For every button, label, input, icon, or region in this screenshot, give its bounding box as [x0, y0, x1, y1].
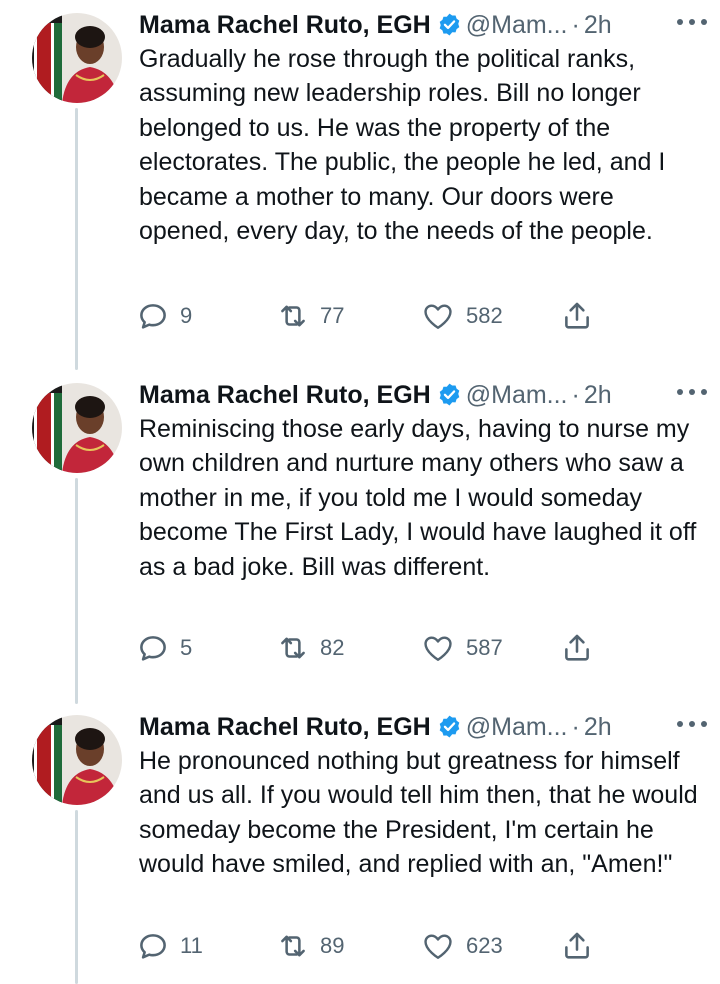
retweet-count: 89: [320, 933, 345, 958]
tweet-actions: 9 77 582: [136, 296, 616, 336]
avatar[interactable]: [32, 383, 122, 473]
author-handle[interactable]: @Mam...: [466, 11, 568, 39]
like-button[interactable]: 582: [420, 296, 503, 336]
retweet-count: 77: [320, 303, 345, 328]
share-button[interactable]: [560, 628, 594, 668]
retweet-arrows-icon: [281, 305, 305, 327]
verified-badge-icon: [437, 714, 462, 748]
reply-button[interactable]: 5: [136, 628, 192, 668]
share-upload-icon: [565, 932, 589, 959]
separator-dot: ·: [571, 713, 580, 741]
reply-button[interactable]: 11: [136, 926, 203, 966]
author-name[interactable]: Mama Rachel Ruto, EGH: [139, 381, 431, 409]
tweet-header: Mama Rachel Ruto, EGH @Mam... · 2h: [139, 710, 720, 744]
verified-badge-icon: [437, 382, 462, 416]
retweet-button[interactable]: 89: [276, 926, 344, 966]
reply-count: 9: [180, 303, 193, 328]
like-button[interactable]: 623: [420, 926, 503, 966]
reply-count: 11: [180, 933, 203, 958]
tweet[interactable]: Mama Rachel Ruto, EGH @Mam... · 2h He prono…: [0, 702, 720, 984]
retweet-button[interactable]: 82: [276, 628, 344, 668]
reply-bubble-icon: [140, 934, 166, 959]
tweet[interactable]: Mama Rachel Ruto, EGH @Mam... · 2h Reminisc…: [0, 370, 720, 700]
tweet-text: Reminiscing those early days, having to …: [139, 415, 697, 581]
reply-count: 5: [180, 635, 193, 660]
retweet-button[interactable]: 77: [276, 296, 344, 336]
avatar-photo: [32, 383, 122, 473]
avatar[interactable]: [32, 13, 122, 103]
tweet-text: Gradually he rose through the political …: [139, 45, 666, 246]
tweet-header: Mama Rachel Ruto, EGH @Mam... · 2h: [139, 8, 720, 42]
tweet-actions: 11 89 623: [136, 926, 616, 966]
author-name[interactable]: Mama Rachel Ruto, EGH: [139, 713, 431, 741]
like-button[interactable]: 587: [420, 628, 503, 668]
more-horizontal-icon[interactable]: [672, 714, 716, 734]
reply-bubble-icon: [140, 304, 166, 329]
retweet-arrows-icon: [281, 935, 305, 957]
share-upload-icon: [565, 634, 589, 661]
heart-icon: [424, 934, 452, 959]
avatar-photo: [32, 715, 122, 805]
tweet-actions: 5 82 587: [136, 628, 616, 668]
heart-icon: [424, 304, 452, 329]
author-handle[interactable]: @Mam...: [466, 381, 568, 409]
separator-dot: ·: [571, 381, 580, 409]
timestamp[interactable]: 2h: [584, 381, 612, 409]
share-button[interactable]: [560, 926, 594, 966]
retweet-count: 82: [320, 635, 345, 660]
retweet-arrows-icon: [281, 637, 305, 659]
like-count: 582: [466, 303, 503, 328]
separator-dot: ·: [571, 11, 580, 39]
like-count: 623: [466, 933, 503, 958]
more-horizontal-icon[interactable]: [672, 12, 716, 32]
author-handle[interactable]: @Mam...: [466, 713, 568, 741]
timestamp[interactable]: 2h: [584, 11, 612, 39]
avatar-photo: [32, 13, 122, 103]
tweet-text: He pronounced nothing but greatness for …: [139, 747, 698, 879]
reply-bubble-icon: [140, 636, 166, 661]
tweet[interactable]: Mama Rachel Ruto, EGH @Mam... · 2h Graduall…: [0, 0, 720, 360]
like-count: 587: [466, 635, 503, 660]
reply-button[interactable]: 9: [136, 296, 192, 336]
share-upload-icon: [565, 302, 589, 329]
heart-icon: [424, 636, 452, 661]
share-button[interactable]: [560, 296, 594, 336]
more-horizontal-icon[interactable]: [672, 382, 716, 402]
tweet-header: Mama Rachel Ruto, EGH @Mam... · 2h: [139, 378, 720, 412]
author-name[interactable]: Mama Rachel Ruto, EGH: [139, 11, 431, 39]
verified-badge-icon: [437, 12, 462, 46]
timestamp[interactable]: 2h: [584, 713, 612, 741]
avatar[interactable]: [32, 715, 122, 805]
